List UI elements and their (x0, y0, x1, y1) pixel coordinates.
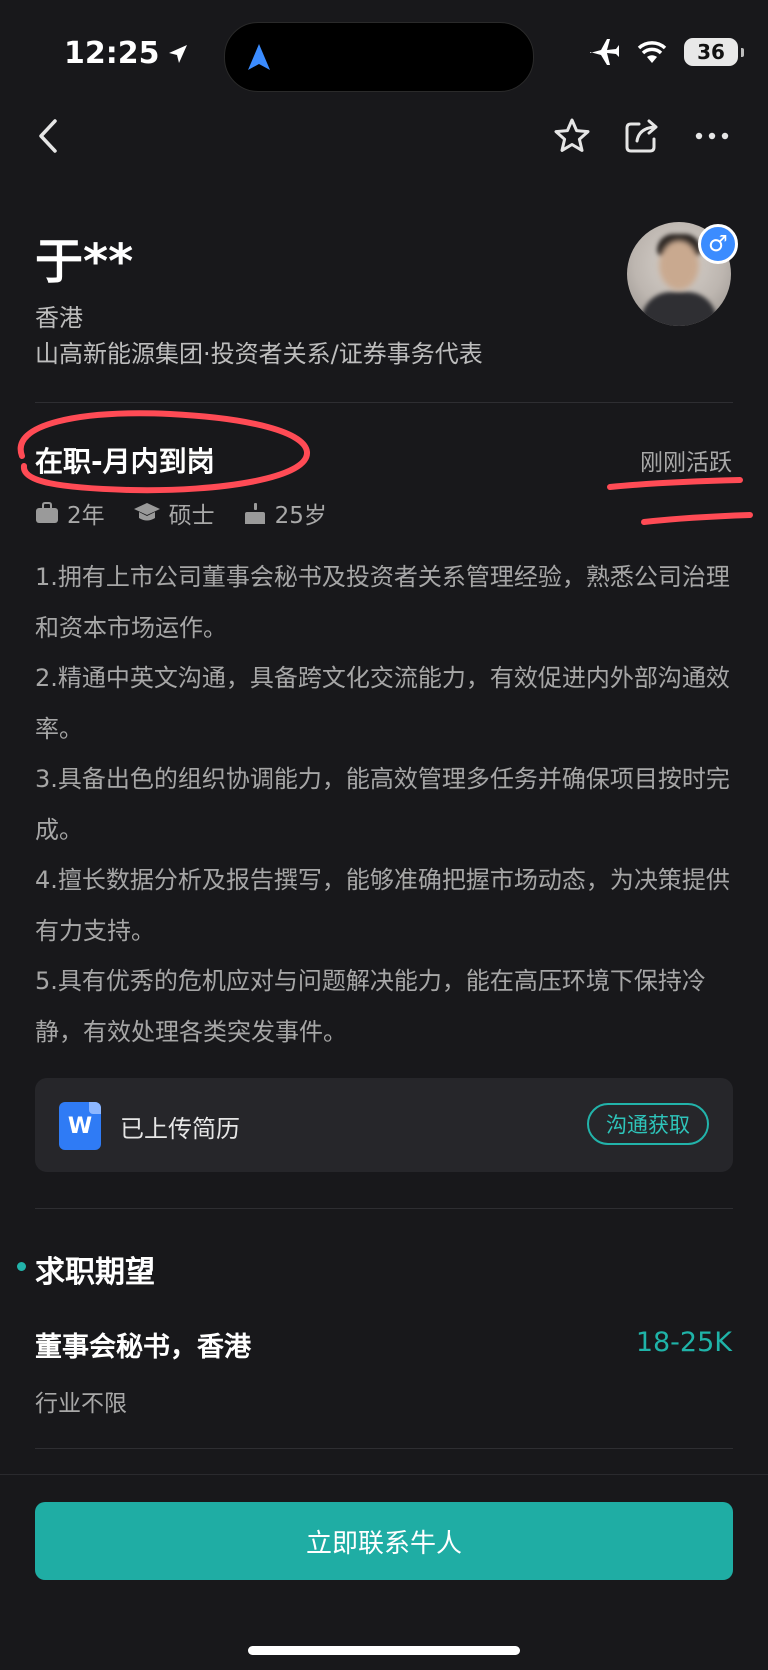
wifi-icon (637, 41, 667, 63)
employment-status: 在职-月内到岗 (35, 445, 215, 478)
summary-item: 5.具有优秀的危机应对与问题解决能力，能在高压环境下保持冷静，有效处理各类突发事… (35, 967, 706, 1046)
section-dot (17, 1262, 26, 1271)
share-icon[interactable] (618, 112, 666, 160)
summary-item: 2.精通中英文沟通，具备跨文化交流能力，有效促进内外部沟通效率。 (35, 664, 730, 743)
airplane-icon (590, 39, 619, 65)
status-time-text: 12:25 (64, 36, 160, 71)
age-item: 25岁 (243, 496, 327, 530)
summary-item: 1.拥有上市公司董事会秘书及投资者关系管理经验，熟悉公司治理和资本市场运作。 (35, 563, 730, 642)
dynamic-island (224, 22, 534, 92)
gender-symbol: ♂ (708, 231, 728, 257)
resume-label: 已上传简历 (120, 1115, 240, 1143)
expected-job[interactable]: 董事会秘书，香港 (35, 1325, 251, 1364)
divider (35, 402, 733, 403)
battery-icon: 36 (684, 38, 744, 66)
cake-icon (244, 503, 265, 524)
expected-industry: 行业不限 (35, 1391, 127, 1417)
summary-item: 4.擅长数据分析及报告撰写，能够准确把握市场动态，为决策提供有力支持。 (35, 866, 730, 945)
more-icon[interactable] (688, 112, 736, 160)
active-status: 刚刚活跃 (640, 450, 732, 476)
home-indicator (248, 1646, 520, 1655)
candidate-city: 香港 (35, 304, 83, 332)
annotation-underline (607, 477, 743, 490)
candidate-company: 山高新能源集团·投资者关系/证券事务代表 (35, 340, 483, 368)
self-introduction: 1.拥有上市公司董事会秘书及投资者关系管理经验，熟悉公司治理和资本市场运作。 2… (35, 552, 735, 1057)
star-icon[interactable] (548, 112, 596, 160)
briefcase-icon (36, 502, 58, 523)
divider (35, 1448, 733, 1449)
back-icon[interactable] (24, 112, 72, 160)
location-arrow-icon (168, 44, 187, 63)
experience-item: 2年 (35, 496, 105, 530)
summary-item: 3.具备出色的组织协调能力，能高效管理多任务并确保项目按时完成。 (35, 765, 730, 844)
candidate-name: 于** (35, 234, 134, 290)
divider (35, 1208, 733, 1209)
male-gender-icon: ♂ (698, 224, 738, 264)
expected-salary: 18-25K (635, 1327, 732, 1358)
status-right: 36 (588, 38, 744, 66)
word-icon-letter: W (67, 1113, 93, 1139)
education-text: 硕士 (168, 503, 215, 529)
education-item: 硕士 (133, 496, 215, 530)
annotation-underline (641, 512, 753, 525)
graduation-cap-icon (133, 503, 160, 521)
age-text: 25岁 (274, 503, 327, 529)
chat-to-get-resume-button[interactable]: 沟通获取 (587, 1103, 709, 1145)
navigation-arrow-icon (248, 44, 270, 70)
section-title-expectation: 求职期望 (35, 1255, 155, 1290)
contact-now-button[interactable]: 立即联系牛人 (35, 1502, 733, 1580)
word-document-icon: W (59, 1102, 101, 1150)
battery-level: 36 (697, 40, 725, 64)
experience-text: 2年 (67, 503, 105, 529)
status-time: 12:25 (64, 36, 190, 71)
candidate-meta: 2年 硕士 25岁 (35, 496, 355, 530)
resume-card[interactable]: W 已上传简历 沟通获取 (35, 1078, 733, 1172)
